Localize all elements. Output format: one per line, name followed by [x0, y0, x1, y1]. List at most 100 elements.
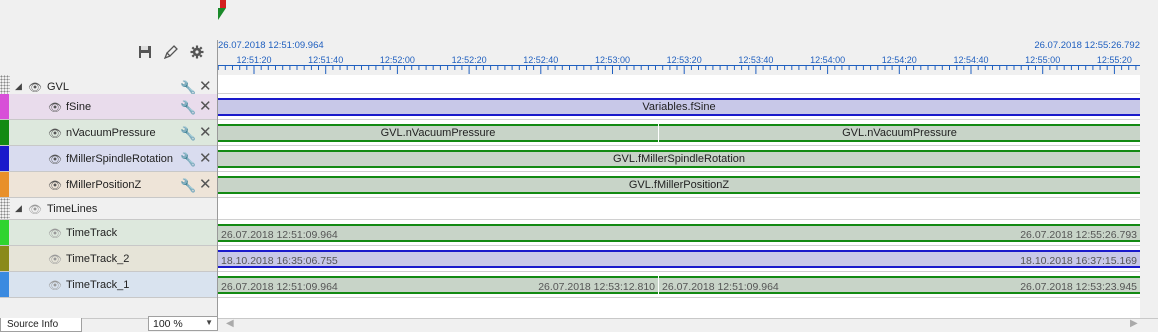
- record-bar[interactable]: 26.07.2018 12:51:09.964 26.07.2018 12:53…: [218, 276, 658, 294]
- track-area-timetrack-2[interactable]: 18.10.2018 16:35:06.755 18.10.2018 16:37…: [218, 246, 1140, 272]
- record-bar[interactable]: 26.07.2018 12:51:09.964 26.07.2018 12:53…: [659, 276, 1140, 294]
- tree-row-timetrack[interactable]: 👁 TimeTrack: [0, 220, 218, 246]
- channel-color-strip: [0, 246, 9, 271]
- bar-label: Variables.fSine: [642, 101, 716, 113]
- bar-start-time: 26.07.2018 12:51:09.964: [662, 281, 779, 293]
- tick-label: 12:53:40: [738, 55, 774, 65]
- row-label: fSine: [66, 101, 92, 113]
- chevron-down-icon[interactable]: ▼: [205, 318, 213, 327]
- tick-label: 12:53:20: [666, 55, 702, 65]
- track-filler: [218, 298, 1140, 318]
- track-area-timetrack-1[interactable]: 26.07.2018 12:51:09.964 26.07.2018 12:53…: [218, 272, 1140, 298]
- tick-label: 12:52:40: [523, 55, 559, 65]
- track-area-nvacuumpressure[interactable]: GVL.nVacuumPressure GVL.nVacuumPressure: [218, 120, 1140, 146]
- track-area-fmillerpositionz[interactable]: GVL.fMillerPositionZ: [218, 172, 1140, 198]
- track-area-fsine[interactable]: Variables.fSine: [218, 94, 1140, 120]
- tick-label: 12:55:00: [1025, 55, 1061, 65]
- collapse-triangle-icon[interactable]: ◢: [15, 203, 22, 214]
- eye-icon[interactable]: 👁: [48, 153, 62, 166]
- record-bar[interactable]: Variables.fSine: [218, 98, 1140, 116]
- eye-icon[interactable]: 👁: [48, 101, 62, 114]
- tick-label: 12:54:40: [953, 55, 989, 65]
- record-bar[interactable]: 26.07.2018 12:51:09.964 26.07.2018 12:55…: [218, 224, 1140, 242]
- wrench-icon[interactable]: 🔧: [180, 152, 196, 168]
- tree-row-fmillerpositionz[interactable]: 👁 fMillerPositionZ 🔧 ✕: [0, 172, 218, 198]
- channel-color-strip: [0, 272, 9, 297]
- close-icon[interactable]: ✕: [199, 99, 212, 114]
- splitter[interactable]: [217, 40, 218, 318]
- row-label: fMillerSpindleRotation: [66, 153, 173, 165]
- eye-icon[interactable]: 👁: [28, 81, 42, 94]
- tree-filler: [0, 298, 218, 318]
- channel-color-strip: [0, 120, 9, 145]
- bar-label: GVL.fMillerPositionZ: [628, 179, 730, 191]
- track-area-gvl: [218, 75, 1140, 94]
- bar-start-time: 26.07.2018 12:51:09.964: [221, 281, 338, 293]
- record-bar[interactable]: GVL.nVacuumPressure: [218, 124, 658, 142]
- tick-label: 12:53:00: [594, 55, 631, 65]
- brush-icon[interactable]: [162, 43, 180, 61]
- row-label: fMillerPositionZ: [66, 179, 142, 191]
- scroll-left-arrow-icon[interactable]: ◀: [226, 318, 234, 329]
- close-icon[interactable]: ✕: [199, 177, 212, 192]
- channel-color-strip: [0, 172, 9, 197]
- tick-label: 12:52:00: [379, 55, 415, 65]
- row-label: TimeLines: [47, 203, 98, 215]
- record-bar[interactable]: GVL.nVacuumPressure: [659, 124, 1140, 142]
- zoom-value: 100 %: [153, 317, 183, 330]
- eye-icon[interactable]: 👁: [48, 127, 62, 140]
- track-area-fmillerspindlerotation[interactable]: GVL.fMillerSpindleRotation: [218, 146, 1140, 172]
- ruler-end-time: 26.07.2018 12:55:26.792: [1034, 40, 1140, 51]
- collapse-triangle-icon[interactable]: ◢: [15, 81, 22, 92]
- track-area-timelines: [218, 198, 1140, 220]
- eye-hidden-icon[interactable]: 👁: [48, 227, 62, 240]
- bar-label: GVL.nVacuumPressure: [842, 127, 957, 139]
- zoom-select[interactable]: 100 % ▼: [148, 316, 218, 331]
- bar-start-time: 18.10.2018 16:35:06.755: [221, 255, 338, 267]
- gear-icon[interactable]: [188, 43, 206, 61]
- close-icon[interactable]: ✕: [199, 79, 212, 94]
- tree-row-fmillerspindlerotation[interactable]: 👁 fMillerSpindleRotation 🔧 ✕: [0, 146, 218, 172]
- wrench-icon[interactable]: 🔧: [180, 178, 196, 194]
- row-label: GVL: [47, 81, 70, 93]
- drag-grip[interactable]: [0, 198, 10, 219]
- bar-label: GVL.nVacuumPressure: [380, 127, 496, 139]
- bar-start-time: 26.07.2018 12:51:09.964: [221, 229, 338, 241]
- eye-icon[interactable]: 👁: [48, 179, 62, 192]
- bar-end-time: 26.07.2018 12:53:12.810: [538, 281, 655, 293]
- record-bar[interactable]: 18.10.2018 16:35:06.755 18.10.2018 16:37…: [218, 250, 1140, 268]
- tree-row-timetrack-2[interactable]: 👁 TimeTrack_2: [0, 246, 218, 272]
- eye-hidden-icon[interactable]: 👁: [28, 203, 42, 216]
- track-area-timetrack[interactable]: 26.07.2018 12:51:09.964 26.07.2018 12:55…: [218, 220, 1140, 246]
- bar-end-time: 26.07.2018 12:55:26.793: [1020, 229, 1137, 241]
- source-info-tab[interactable]: Source Info: [0, 318, 82, 332]
- wrench-icon[interactable]: 🔧: [180, 126, 196, 142]
- toolbar-area: [0, 0, 218, 75]
- row-label: TimeTrack_1: [66, 279, 130, 291]
- floppy-disk-icon[interactable]: [136, 43, 154, 61]
- eye-hidden-icon[interactable]: 👁: [48, 253, 62, 266]
- source-info-label: Source Info: [7, 319, 59, 330]
- record-bar[interactable]: GVL.fMillerPositionZ: [218, 176, 1140, 194]
- channel-color-strip: [0, 146, 9, 171]
- row-label: nVacuumPressure: [66, 127, 156, 139]
- ruler-ticks: [218, 66, 1137, 74]
- tree-row-timelines[interactable]: ◢ 👁 TimeLines: [0, 198, 218, 220]
- tree-row-timetrack-1[interactable]: 👁 TimeTrack_1: [0, 272, 218, 298]
- row-label: TimeTrack_2: [66, 253, 130, 265]
- tick-label: 12:51:20: [236, 55, 272, 65]
- tree-row-fsine[interactable]: 👁 fSine 🔧 ✕: [0, 94, 218, 120]
- cursor-marker-icon[interactable]: [218, 0, 228, 20]
- record-bar[interactable]: GVL.fMillerSpindleRotation: [218, 150, 1140, 168]
- tick-label: 12:54:00: [810, 55, 846, 65]
- scroll-right-arrow-icon[interactable]: ▶: [1130, 318, 1138, 329]
- tick-label: 12:51:40: [308, 55, 344, 65]
- eye-hidden-icon[interactable]: 👁: [48, 279, 62, 292]
- row-label: TimeTrack: [66, 227, 118, 239]
- close-icon[interactable]: ✕: [199, 151, 212, 166]
- wrench-icon[interactable]: 🔧: [180, 100, 196, 116]
- vertical-scrollbar[interactable]: [1140, 0, 1158, 318]
- close-icon[interactable]: ✕: [199, 125, 212, 140]
- tree-row-nvacuumpressure[interactable]: 👁 nVacuumPressure 🔧 ✕: [0, 120, 218, 146]
- time-ruler[interactable]: 26.07.2018 12:51:09.964 26.07.2018 12:55…: [218, 0, 1140, 75]
